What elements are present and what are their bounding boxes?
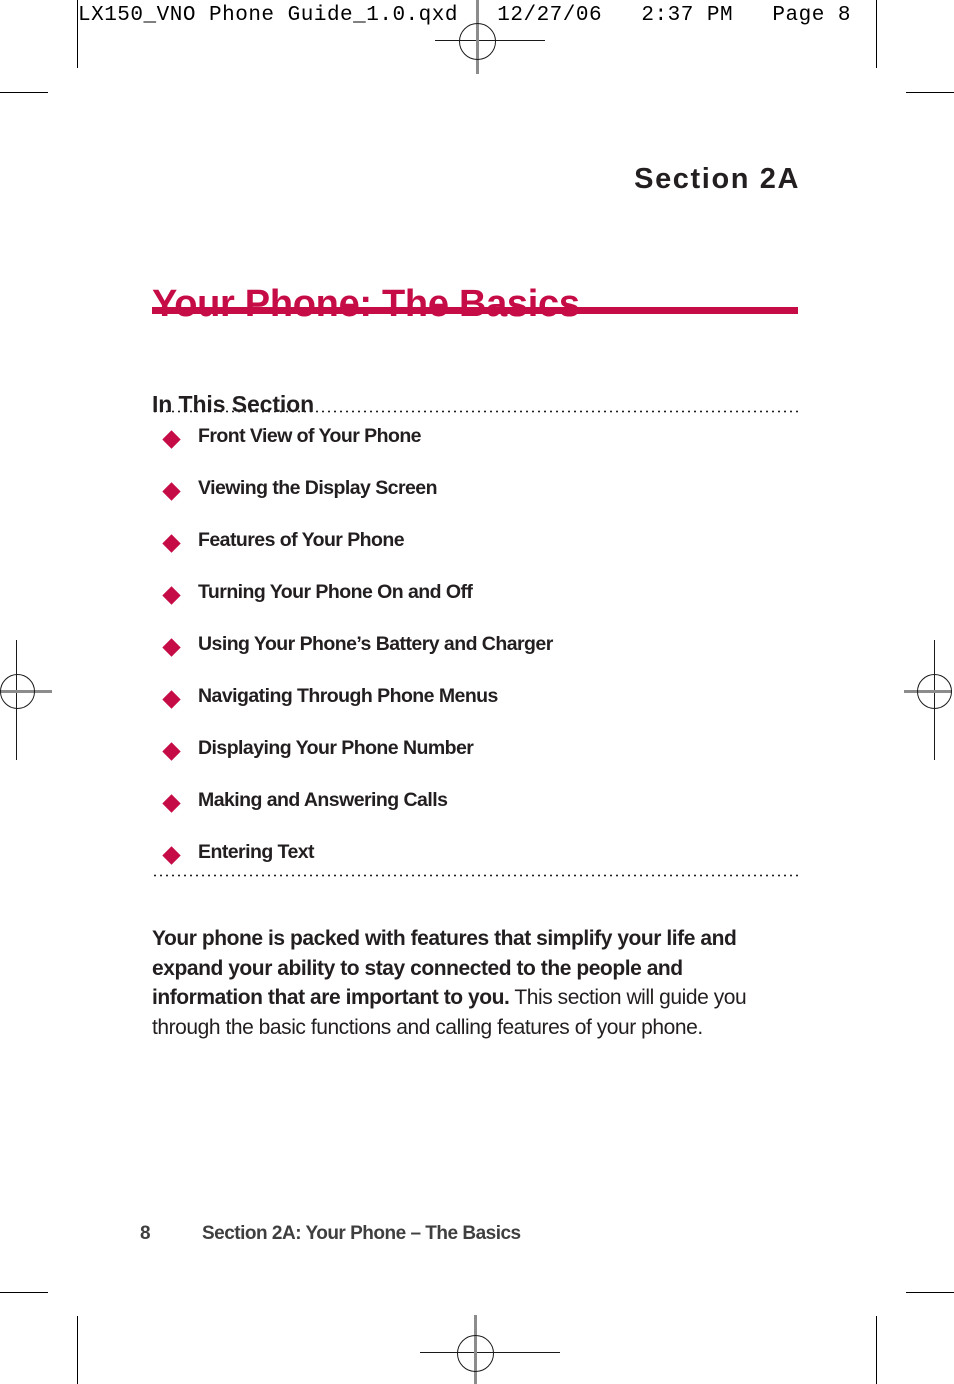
page-content: Section 2A Your Phone: The Basics In Thi… bbox=[0, 0, 954, 1384]
diamond-bullet-icon bbox=[162, 638, 181, 657]
list-item-label: Front View of Your Phone bbox=[198, 425, 422, 447]
title-underline-rule bbox=[152, 307, 798, 314]
registration-mark-right bbox=[898, 640, 954, 760]
dotted-rule-bottom bbox=[152, 874, 800, 877]
list-item-label: Displaying Your Phone Number bbox=[198, 737, 474, 759]
intro-paragraph: Your phone is packed with features that … bbox=[152, 924, 768, 1042]
diamond-bullet-icon bbox=[162, 430, 181, 449]
list-item[interactable]: Viewing the Display Screen bbox=[152, 477, 812, 531]
list-item-label: Entering Text bbox=[198, 841, 315, 863]
list-item[interactable]: Making and Answering Calls bbox=[152, 789, 812, 843]
diamond-bullet-icon bbox=[162, 794, 181, 813]
document-page: LX150_VNO Phone Guide_1.0.qxd 12/27/06 2… bbox=[0, 0, 954, 1384]
crop-mark-bottom-left-horizontal bbox=[0, 1292, 48, 1293]
crop-mark-top-right-horizontal bbox=[906, 92, 954, 93]
crop-mark-bottom-left-vertical bbox=[77, 1316, 78, 1384]
list-item-label: Using Your Phone’s Battery and Charger bbox=[198, 633, 553, 655]
proof-header-text: LX150_VNO Phone Guide_1.0.qxd 12/27/06 2… bbox=[78, 4, 852, 27]
list-item[interactable]: Features of Your Phone bbox=[152, 529, 812, 583]
diamond-bullet-icon bbox=[162, 534, 181, 553]
registration-mark-left bbox=[0, 640, 60, 760]
crop-mark-bottom-right-vertical bbox=[876, 1316, 877, 1384]
registration-mark-bottom bbox=[420, 1300, 560, 1384]
diamond-bullet-icon bbox=[162, 482, 181, 501]
list-item[interactable]: Using Your Phone’s Battery and Charger bbox=[152, 633, 812, 687]
crop-mark-top-left-horizontal bbox=[0, 92, 48, 93]
footer-page-number: 8 bbox=[140, 1223, 151, 1244]
list-item[interactable]: Navigating Through Phone Menus bbox=[152, 685, 812, 739]
section-eyebrow: Section 2A bbox=[634, 163, 800, 195]
page-title: Your Phone: The Basics bbox=[152, 283, 580, 326]
list-item-label: Making and Answering Calls bbox=[198, 789, 448, 811]
list-item[interactable]: Front View of Your Phone bbox=[152, 425, 812, 479]
list-item[interactable]: Entering Text bbox=[152, 841, 812, 895]
in-this-section-list: Front View of Your Phone Viewing the Dis… bbox=[152, 425, 812, 895]
diamond-bullet-icon bbox=[162, 742, 181, 761]
diamond-bullet-icon bbox=[162, 846, 181, 865]
list-item[interactable]: Displaying Your Phone Number bbox=[152, 737, 812, 791]
crop-mark-bottom-right-horizontal bbox=[906, 1292, 954, 1293]
diamond-bullet-icon bbox=[162, 690, 181, 709]
footer-section-label: Section 2A: Your Phone – The Basics bbox=[202, 1223, 521, 1244]
list-item-label: Features of Your Phone bbox=[198, 529, 405, 551]
page-footer: 8 Section 2A: Your Phone – The Basics bbox=[140, 1223, 521, 1245]
dotted-rule-top bbox=[152, 410, 800, 413]
list-item[interactable]: Turning Your Phone On and Off bbox=[152, 581, 812, 635]
in-this-section-heading: In This Section bbox=[152, 391, 315, 418]
crop-mark-top-right-vertical bbox=[876, 0, 877, 68]
list-item-label: Turning Your Phone On and Off bbox=[198, 581, 473, 603]
list-item-label: Viewing the Display Screen bbox=[198, 477, 437, 499]
list-item-label: Navigating Through Phone Menus bbox=[198, 685, 498, 707]
diamond-bullet-icon bbox=[162, 586, 181, 605]
